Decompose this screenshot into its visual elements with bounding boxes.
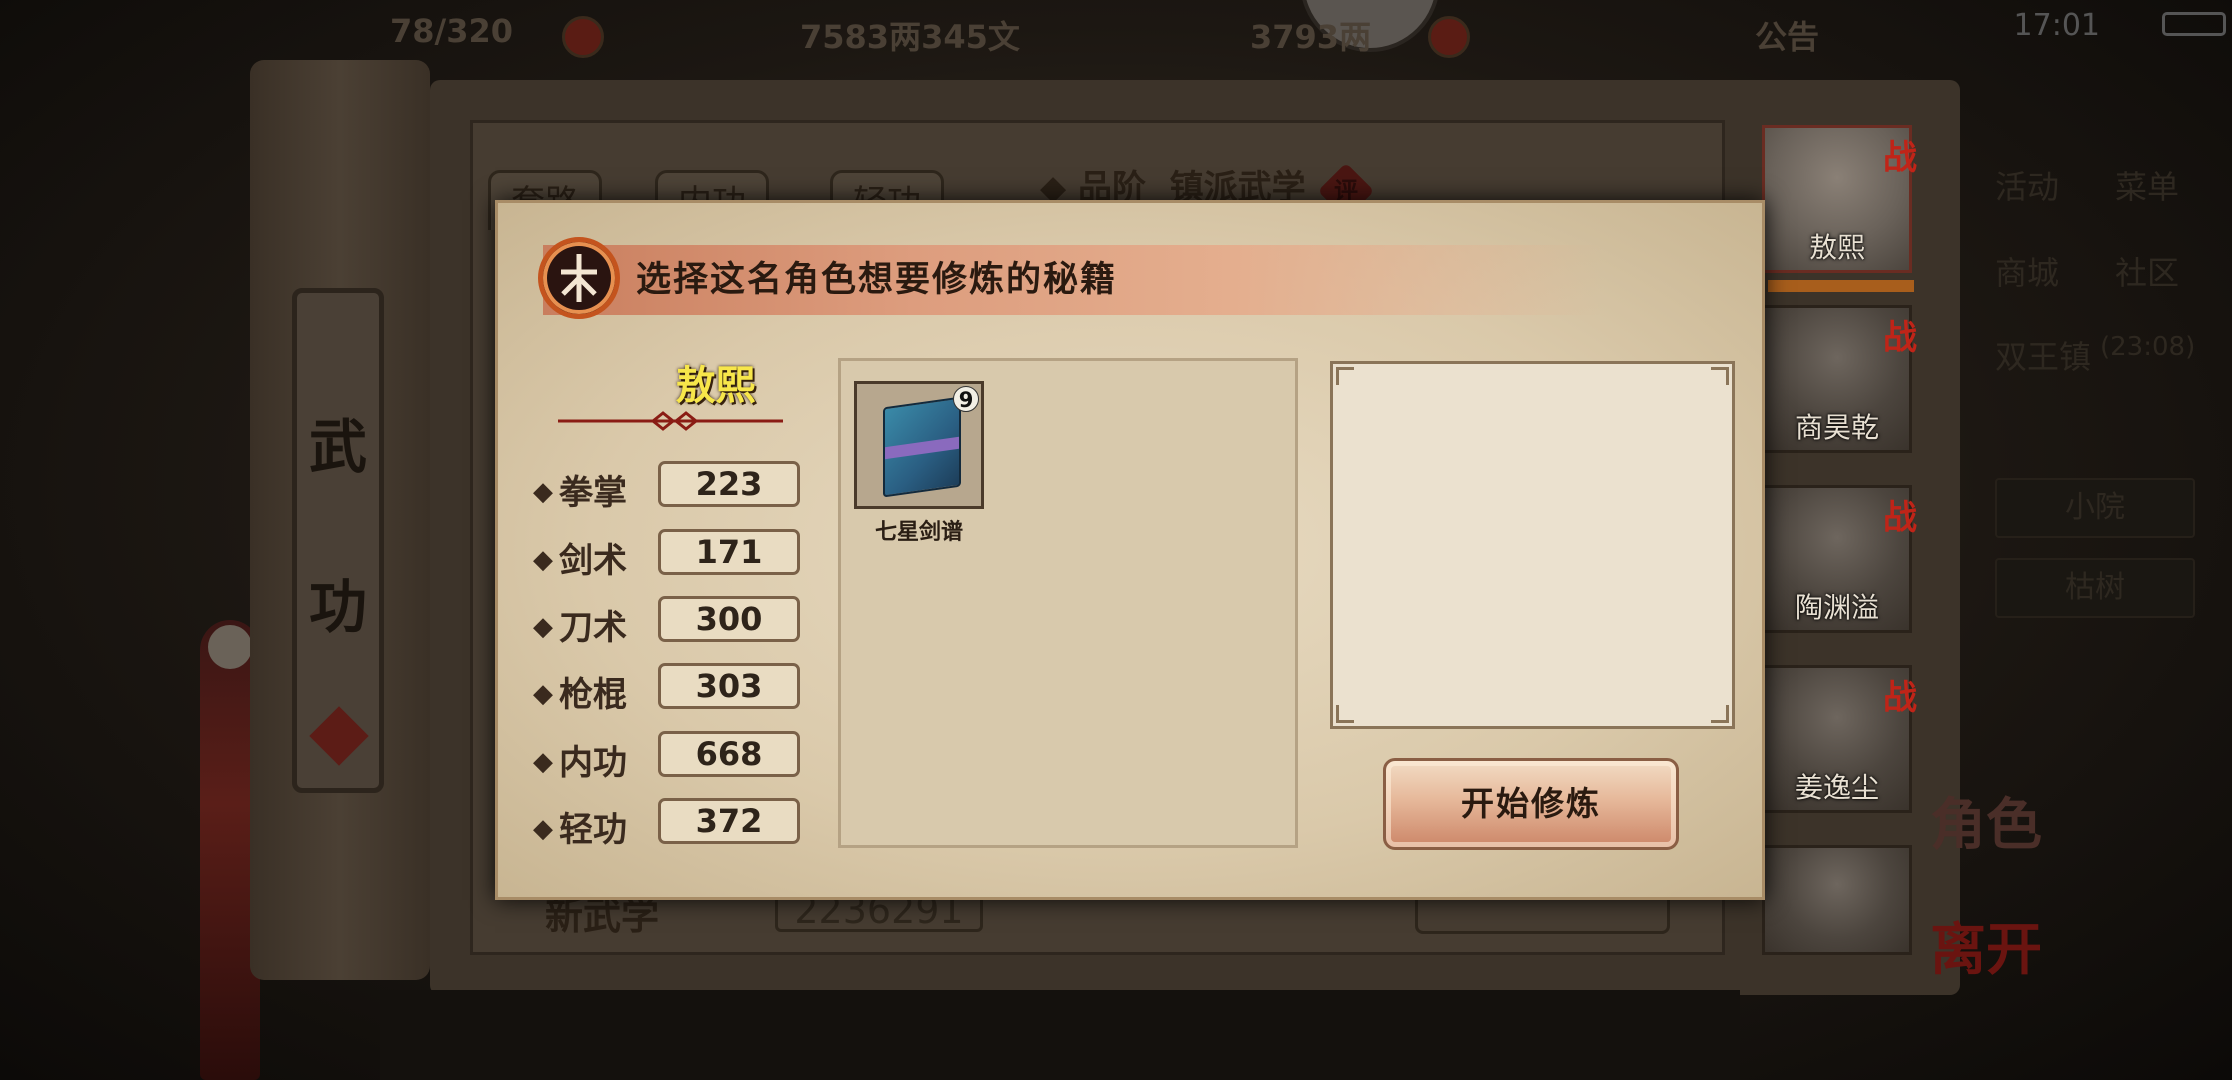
stat-row-lightness: ◆ 轻功 372: [533, 798, 800, 850]
bottom-nav-bar: [380, 990, 1740, 1080]
menu-activity[interactable]: 活动: [1995, 162, 2059, 208]
role-button[interactable]: 角色: [1930, 780, 2042, 861]
battery-icon: [2162, 12, 2226, 36]
clock: 17:01: [2013, 8, 2100, 43]
stat-value: 668: [658, 731, 800, 777]
gold-add-icon[interactable]: [1428, 16, 1470, 58]
stamina-counter: 78/320: [390, 12, 514, 50]
stat-value: 171: [658, 529, 800, 575]
book-count-badge: 9: [953, 386, 979, 412]
sect-emblem-icon: [538, 237, 620, 319]
leave-button[interactable]: 离开: [1930, 905, 2042, 986]
stat-value: 223: [658, 461, 800, 507]
stat-label: 拳掌: [559, 473, 627, 513]
battle-badge: 战: [1883, 678, 1917, 718]
book-slot[interactable]: 9: [854, 381, 984, 509]
top-resource-bar: 78/320 7583两345文 3793两 公告 17:01: [280, 0, 2230, 70]
roster-name: 姜逸尘: [1794, 771, 1879, 804]
stat-label: 刀术: [559, 608, 627, 648]
roster-portrait-5[interactable]: [1762, 845, 1912, 955]
stat-label: 内功: [559, 743, 627, 783]
battle-badge: 战: [1883, 498, 1917, 538]
start-cultivation-button[interactable]: 开始修炼: [1383, 758, 1679, 850]
roster-portrait-4[interactable]: 战 姜逸尘: [1762, 665, 1917, 813]
character-name: 敖熙: [675, 363, 756, 409]
stat-label: 枪棍: [559, 675, 627, 715]
stat-row-fist: ◆ 拳掌 223: [533, 461, 800, 513]
location-name: 双王镇: [1995, 338, 2092, 376]
stat-value: 303: [658, 663, 800, 709]
stat-label: 轻功: [559, 810, 627, 850]
stat-row-sword: ◆ 剑术 171: [533, 529, 800, 581]
book-name: 七星剑谱: [874, 520, 963, 545]
stat-value: 300: [658, 596, 800, 642]
menu-main[interactable]: 菜单: [2115, 162, 2179, 208]
stat-row-blade: ◆ 刀术 300: [533, 596, 800, 648]
cultivation-book-dialog: 选择这名角色想要修炼的秘籍 敖熙 ◆ 拳掌 223 ◆ 剑术 171 ◆ 刀术 300…: [495, 200, 1765, 900]
gold-counter: 3793两: [1250, 18, 1372, 56]
silver-counter: 7583两345文: [800, 18, 1020, 56]
dead-tree-button[interactable]: 枯树: [1995, 558, 2195, 618]
stat-row-spear: ◆ 枪棍 303: [533, 663, 800, 715]
roster-portrait-2[interactable]: 战 商昊乾: [1762, 305, 1917, 453]
stat-label: 剑术: [559, 541, 627, 581]
dialog-title: 选择这名角色想要修炼的秘籍: [636, 260, 1118, 300]
location-time: (23:08): [2100, 332, 2196, 362]
menu-shop[interactable]: 商城: [1995, 248, 2059, 294]
roster-name: 陶渊溢: [1794, 591, 1879, 624]
yard-button[interactable]: 小院: [1995, 478, 2195, 538]
book-list-panel: 9 七星剑谱: [838, 358, 1298, 848]
roster-name: 敖熙: [1808, 231, 1865, 264]
stat-row-inner-power: ◆ 内功 668: [533, 731, 800, 783]
scroll-title-char-1: 武: [308, 413, 367, 481]
book-icon: [883, 396, 961, 498]
roster-portrait-3[interactable]: 战 陶渊溢: [1762, 485, 1917, 633]
battle-badge: 战: [1883, 318, 1917, 358]
roster-name: 商昊乾: [1794, 411, 1879, 444]
roster-hp-bar: [1768, 280, 1914, 292]
menu-community[interactable]: 社区: [2115, 248, 2179, 294]
notice-button[interactable]: 公告: [1755, 12, 1819, 58]
battle-badge: 战: [1883, 138, 1917, 178]
name-ornament-decoration: [558, 411, 783, 431]
stamina-add-icon[interactable]: [562, 16, 604, 58]
stat-value: 372: [658, 798, 800, 844]
book-description-box: [1330, 361, 1735, 729]
tassel-bead-decoration: [208, 625, 252, 669]
scroll-title-char-2: 功: [308, 573, 367, 641]
roster-portrait-1[interactable]: 战 敖熙: [1762, 125, 1917, 273]
